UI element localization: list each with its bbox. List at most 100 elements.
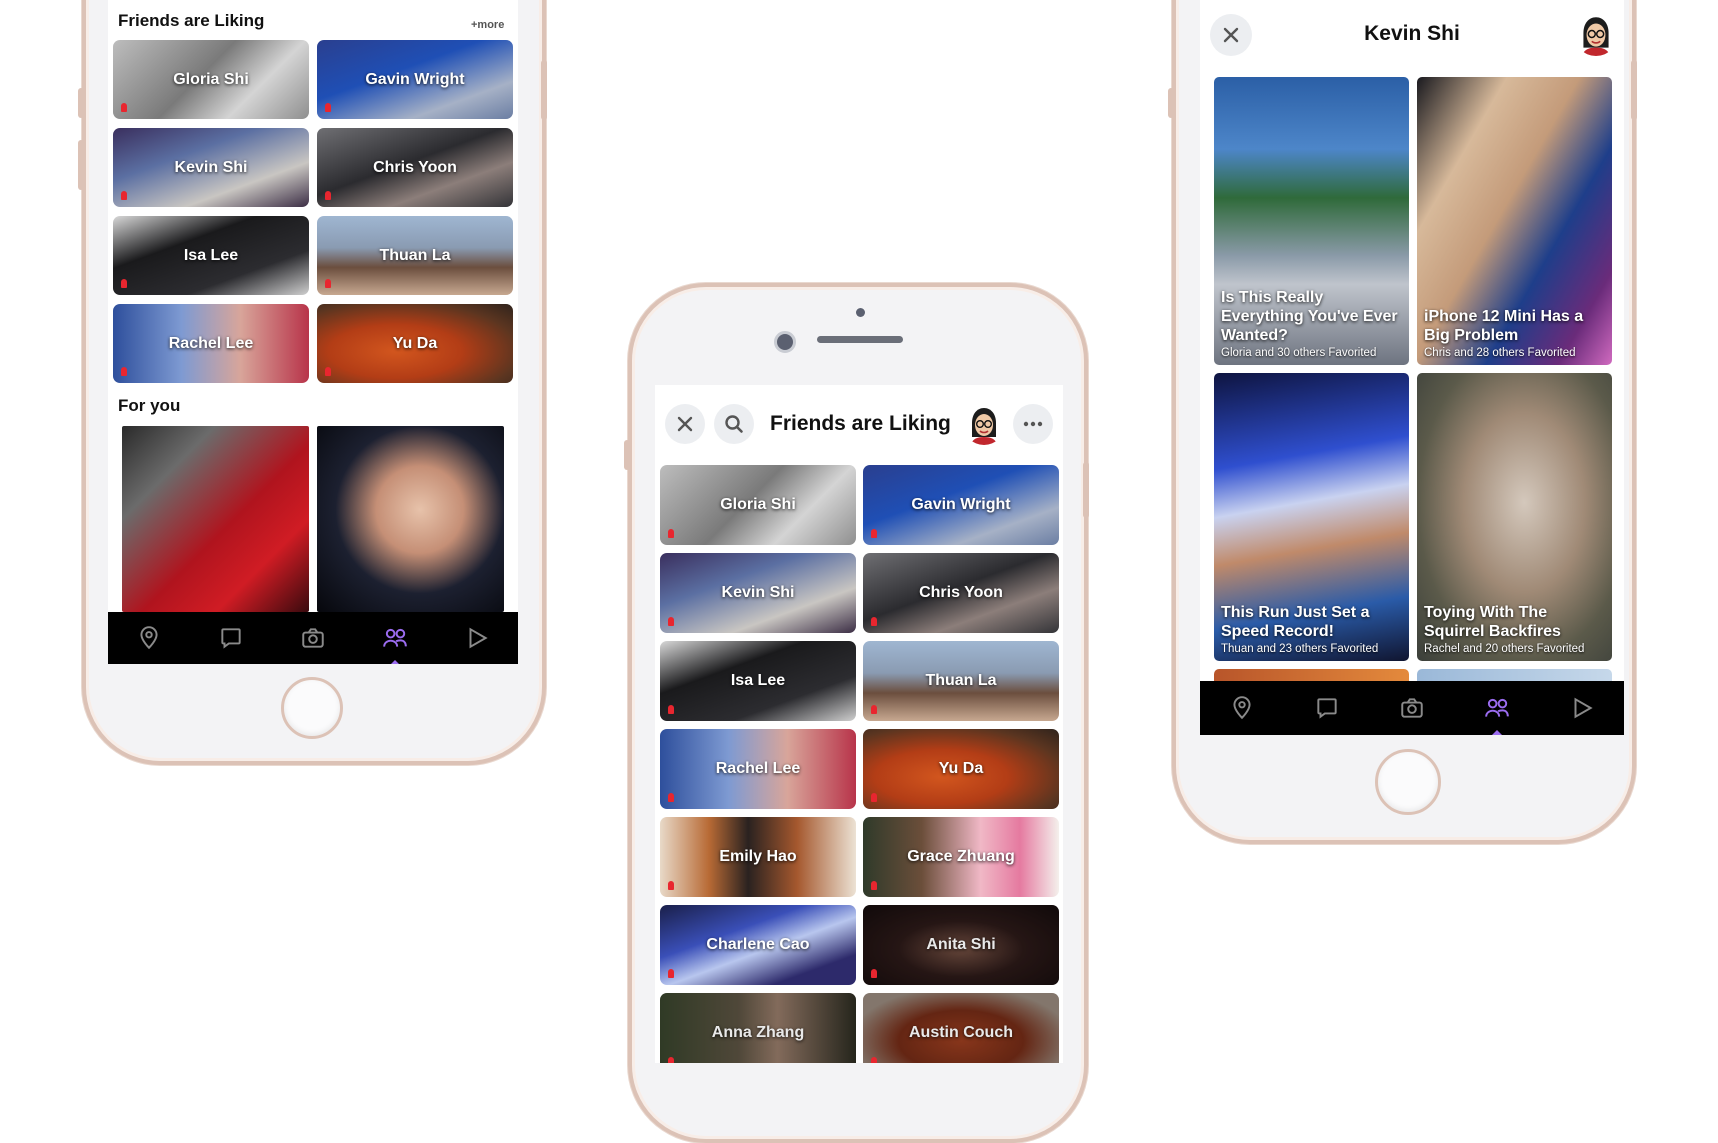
friends-icon[interactable]: [1480, 691, 1514, 735]
ellipsis-icon: [1023, 421, 1043, 427]
friend-tile-kevin-shi[interactable]: Kevin Shi: [660, 553, 856, 633]
friend-name: Rachel Lee: [715, 760, 801, 777]
friend-tile-gloria-shi[interactable]: Gloria Shi: [113, 40, 309, 119]
right-phone-volume-button: [1168, 88, 1174, 118]
friend-tile-austin-couch[interactable]: Austin Couch: [863, 993, 1059, 1063]
camera-icon[interactable]: [296, 621, 330, 655]
friend-tile-isa-lee[interactable]: Isa Lee: [113, 216, 309, 295]
for-you-card-2[interactable]: [317, 426, 504, 612]
friend-name: Anita Shi: [926, 936, 996, 953]
pin-icon: [871, 969, 877, 978]
friend-tile-rachel-lee[interactable]: Rachel Lee: [113, 304, 309, 383]
left-phone-screen: Friends are Liking +more Gloria Shi Gavi…: [108, 0, 518, 664]
pin-icon: [121, 279, 127, 288]
pin-icon: [668, 705, 674, 714]
close-button[interactable]: [665, 404, 705, 444]
friend-tile-yu-da[interactable]: Yu Da: [317, 304, 513, 383]
pin-icon: [871, 529, 877, 538]
page-title: Friends are Liking: [770, 412, 951, 435]
search-button[interactable]: [714, 404, 754, 444]
friend-tile-anna-zhang[interactable]: Anna Zhang: [660, 993, 856, 1063]
story-title: iPhone 12 Mini Has a Big Problem: [1424, 308, 1584, 344]
story-title: Toying With The Squirrel Backfires: [1424, 604, 1561, 640]
friend-name: Kevin Shi: [174, 158, 248, 176]
left-home-button[interactable]: [281, 677, 343, 739]
pin-icon: [871, 617, 877, 626]
friend-tile-charlene-cao[interactable]: Charlene Cao: [660, 905, 856, 985]
story-favorited: Thuan and 23 others Favorited: [1221, 643, 1379, 655]
map-pin-icon[interactable]: [132, 621, 166, 655]
chat-icon[interactable]: [214, 621, 248, 655]
story-title: This Run Just Set a Speed Record!: [1221, 604, 1370, 640]
pin-icon: [121, 103, 127, 112]
left-phone-volume-button-2: [78, 140, 84, 190]
map-pin-icon[interactable]: [1225, 691, 1259, 725]
friend-name: Charlene Cao: [706, 936, 810, 953]
for-you-card-1[interactable]: [122, 426, 309, 612]
friend-tile-thuan-la[interactable]: Thuan La: [317, 216, 513, 295]
friend-tile-gloria-shi[interactable]: Gloria Shi: [660, 465, 856, 545]
friends-icon[interactable]: [378, 621, 412, 664]
friend-name: Thuan La: [379, 246, 451, 264]
pin-icon: [325, 191, 331, 200]
right-home-button[interactable]: [1375, 749, 1441, 815]
middle-phone-volume-button: [624, 440, 630, 470]
story-card-4[interactable]: Toying With The Squirrel Backfires Rache…: [1417, 373, 1612, 661]
friend-tile-rachel-lee[interactable]: Rachel Lee: [660, 729, 856, 809]
friend-tile-emily-hao[interactable]: Emily Hao: [660, 817, 856, 897]
friend-name: Gavin Wright: [911, 496, 1011, 513]
pin-icon: [325, 279, 331, 288]
story-title: Is This Really Everything You've Ever Wa…: [1221, 289, 1398, 344]
friend-tile-thuan-la[interactable]: Thuan La: [863, 641, 1059, 721]
story-card-3[interactable]: This Run Just Set a Speed Record! Thuan …: [1214, 373, 1409, 661]
left-phone-volume-button: [78, 88, 84, 118]
more-options-button[interactable]: [1013, 404, 1053, 444]
front-camera: [774, 331, 796, 353]
page-title: Kevin Shi: [1364, 22, 1460, 45]
play-icon[interactable]: [460, 621, 494, 655]
bitmoji-icon: [1582, 17, 1610, 56]
left-bottom-nav: [108, 612, 518, 664]
pin-icon: [668, 617, 674, 626]
avatar[interactable]: [1574, 12, 1618, 56]
middle-phone-side-button: [1083, 462, 1089, 518]
pin-icon: [121, 191, 127, 200]
camera-icon[interactable]: [1395, 691, 1429, 725]
friend-tile-chris-yoon[interactable]: Chris Yoon: [317, 128, 513, 207]
pin-icon: [668, 529, 674, 538]
story-card-1[interactable]: Is This Really Everything You've Ever Wa…: [1214, 77, 1409, 365]
earpiece: [817, 336, 903, 343]
friend-name: Gloria Shi: [720, 496, 796, 513]
friend-tile-gavin-wright[interactable]: Gavin Wright: [317, 40, 513, 119]
play-icon[interactable]: [1565, 691, 1599, 725]
more-link[interactable]: +more: [471, 19, 504, 31]
friend-name: Rachel Lee: [168, 334, 254, 352]
right-phone-screen: Kevin Shi Is This Really Everything You'…: [1200, 0, 1624, 735]
pin-icon: [668, 793, 674, 802]
friend-tile-isa-lee[interactable]: Isa Lee: [660, 641, 856, 721]
close-icon: [677, 416, 693, 432]
friend-tile-grace-zhuang[interactable]: Grace Zhuang: [863, 817, 1059, 897]
pin-icon: [871, 1057, 877, 1063]
friend-name: Yu Da: [392, 334, 438, 352]
friend-tile-chris-yoon[interactable]: Chris Yoon: [863, 553, 1059, 633]
pin-icon: [871, 881, 877, 890]
friend-tile-kevin-shi[interactable]: Kevin Shi: [113, 128, 309, 207]
friend-tile-yu-da[interactable]: Yu Da: [863, 729, 1059, 809]
friend-name: Emily Hao: [719, 848, 797, 865]
pin-icon: [325, 103, 331, 112]
friend-tile-gavin-wright[interactable]: Gavin Wright: [863, 465, 1059, 545]
friend-name: Gloria Shi: [173, 70, 249, 88]
friend-tile-anita-shi[interactable]: Anita Shi: [863, 905, 1059, 985]
pin-icon: [871, 705, 877, 714]
chat-icon[interactable]: [1310, 691, 1344, 725]
story-favorited: Gloria and 30 others Favorited: [1221, 347, 1377, 359]
avatar[interactable]: [963, 403, 1005, 445]
friends-liking-title: Friends are Liking: [118, 11, 265, 30]
pin-icon: [668, 1057, 674, 1063]
pin-icon: [668, 881, 674, 890]
story-favorited: Rachel and 20 others Favorited: [1424, 643, 1585, 655]
story-card-2[interactable]: iPhone 12 Mini Has a Big Problem Chris a…: [1417, 77, 1612, 365]
right-phone-side-button: [1631, 60, 1637, 120]
story-favorited: Chris and 28 others Favorited: [1424, 347, 1576, 359]
